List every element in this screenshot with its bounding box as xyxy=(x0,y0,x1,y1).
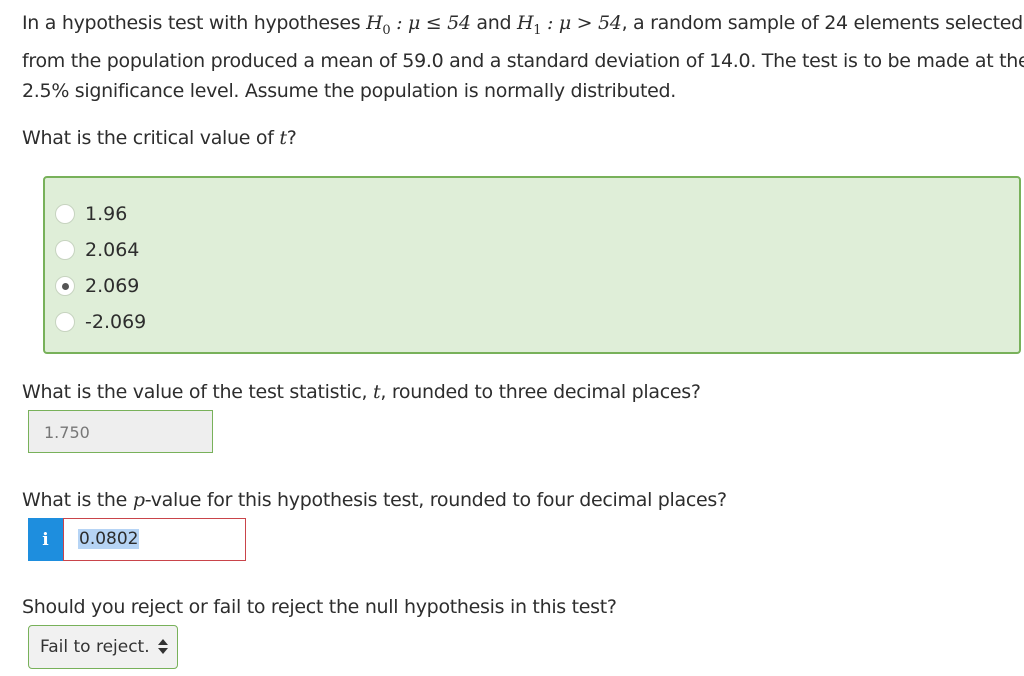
question-text: What is the critical value of xyxy=(22,127,280,149)
choice-label: 2.069 xyxy=(85,275,140,297)
choice-option[interactable]: 2.069 xyxy=(55,275,139,297)
intro-line-3: 2.5% significance level. Assume the popu… xyxy=(22,79,677,102)
critical-value-choices: 1.96 2.064 2.069 -2.069 xyxy=(43,176,1021,354)
h0-symbol: H xyxy=(366,12,383,34)
intro-text: In a hypothesis test with hypotheses xyxy=(22,12,367,34)
question-variable: p xyxy=(132,489,145,511)
radio-button[interactable] xyxy=(55,240,75,260)
p-value-question: What is the p-value for this hypothesis … xyxy=(22,489,727,511)
choice-label: 1.96 xyxy=(85,203,128,225)
p-value-selected-text: 0.0802 xyxy=(78,529,140,549)
question-text: What is the xyxy=(22,489,133,511)
select-arrows-icon xyxy=(158,639,168,657)
test-statistic-answer[interactable]: 1.750 xyxy=(28,410,213,453)
h1-symbol: H xyxy=(517,12,534,34)
h1-expression: : μ > 54 xyxy=(541,12,622,34)
radio-button[interactable] xyxy=(55,204,75,224)
critical-value-question: What is the critical value of t? xyxy=(22,127,297,149)
radio-button[interactable] xyxy=(55,312,75,332)
test-statistic-question: What is the value of the test statistic,… xyxy=(22,381,701,403)
intro-line-2: from the population produced a mean of 5… xyxy=(22,49,1024,72)
question-text: ? xyxy=(286,127,297,149)
question-text: What is the value of the test statistic, xyxy=(22,381,374,403)
intro-text: , a random sample of 24 elements selecte… xyxy=(621,12,1024,34)
question-text: -value for this hypothesis test, rounded… xyxy=(144,489,727,511)
p-value-input[interactable]: 0.0802 xyxy=(63,518,246,561)
choice-label: -2.069 xyxy=(85,311,147,333)
h0-expression: : μ ≤ 54 xyxy=(390,12,471,34)
radio-button-selected[interactable] xyxy=(55,276,75,296)
h1-math: H1 : μ > 54 xyxy=(517,12,622,38)
choice-option[interactable]: 1.96 xyxy=(55,203,127,225)
h0-math: H0 : μ ≤ 54 xyxy=(366,12,471,38)
intro-text: and xyxy=(470,12,517,34)
decision-select-value: Fail to reject. xyxy=(40,637,150,657)
question-text: , rounded to three decimal places? xyxy=(380,381,701,403)
question-intro: In a hypothesis test with hypotheses H0 … xyxy=(22,8,1024,106)
choice-option[interactable]: 2.064 xyxy=(55,239,139,261)
decision-question: Should you reject or fail to reject the … xyxy=(22,596,617,618)
question-variable: t xyxy=(279,127,287,149)
decision-select[interactable]: Fail to reject. xyxy=(28,625,178,669)
info-icon[interactable]: i xyxy=(28,518,63,561)
choice-label: 2.064 xyxy=(85,239,140,261)
choice-option[interactable]: -2.069 xyxy=(55,311,146,333)
intro-line-1: In a hypothesis test with hypotheses H0 … xyxy=(22,8,1024,46)
